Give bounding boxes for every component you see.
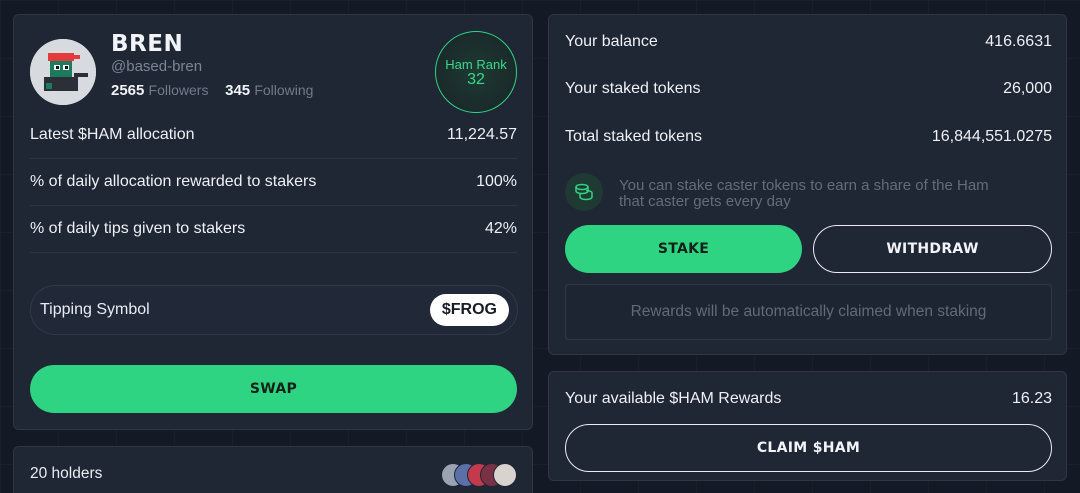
total-staked-row: Total staked tokens 16,844,551.0275 xyxy=(565,128,1052,146)
balance-label: Your balance xyxy=(565,33,658,50)
staking-card: Your balance 416.6631 Your staked tokens… xyxy=(548,14,1067,355)
holder-avatars xyxy=(441,463,521,489)
ham-rank-value: 32 xyxy=(467,70,485,88)
stat-label: Latest $HAM allocation xyxy=(30,126,195,143)
holder-avatar xyxy=(493,463,517,487)
followers-label[interactable]: Followers xyxy=(149,82,209,98)
profile-handle: @based-bren xyxy=(111,58,203,75)
stat-value: 11,224.57 xyxy=(447,126,517,143)
stake-button[interactable]: STAKE xyxy=(565,225,802,273)
staked-value: 26,000 xyxy=(1003,80,1052,97)
balance-row: Your balance 416.6631 xyxy=(565,33,1052,51)
following-label[interactable]: Following xyxy=(254,82,313,98)
profile-card: BREN @based-bren 2565 Followers 345 Foll… xyxy=(13,14,533,430)
auto-claim-notice: Rewards will be automatically claimed wh… xyxy=(565,284,1052,340)
withdraw-button[interactable]: WITHDRAW xyxy=(813,225,1052,273)
followers-count[interactable]: 2565 xyxy=(111,82,144,99)
stake-info-line: You can stake caster tokens to earn a sh… xyxy=(619,177,989,194)
swap-button[interactable]: SWAP xyxy=(30,365,517,413)
follow-stats: 2565 Followers 345 Following xyxy=(111,82,313,99)
claim-ham-button[interactable]: CLAIM $HAM xyxy=(565,424,1052,472)
rewards-card: Your available $HAM Rewards 16.23 CLAIM … xyxy=(548,371,1067,481)
stat-label: % of daily tips given to stakers xyxy=(30,220,246,237)
stat-row-allocation-rewarded: % of daily allocation rewarded to staker… xyxy=(30,159,517,206)
following-count[interactable]: 345 xyxy=(225,82,250,99)
holders-card[interactable]: 20 holders xyxy=(13,446,533,493)
total-staked-value: 16,844,551.0275 xyxy=(931,128,1052,145)
rewards-value: 16.23 xyxy=(1011,390,1052,407)
rewards-label: Your available $HAM Rewards xyxy=(565,390,782,407)
total-staked-label: Total staked tokens xyxy=(565,128,702,145)
rewards-row: Your available $HAM Rewards 16.23 xyxy=(565,390,1052,408)
stake-info-text: You can stake caster tokens to earn a sh… xyxy=(619,173,989,210)
tipping-symbol-label: Tipping Symbol xyxy=(40,301,150,318)
tipping-symbol-badge[interactable]: $FROG xyxy=(429,294,509,326)
coins-icon xyxy=(565,173,603,211)
stake-info-line: that caster gets every day xyxy=(619,193,791,210)
stake-info: You can stake caster tokens to earn a sh… xyxy=(565,173,1052,217)
pixel-frog-avatar-icon xyxy=(30,39,96,105)
ham-rank-label: Ham Rank xyxy=(445,56,507,72)
stat-label: % of daily allocation rewarded to staker… xyxy=(30,173,317,190)
staked-row: Your staked tokens 26,000 xyxy=(565,80,1052,98)
tipping-symbol-box: Tipping Symbol $FROG xyxy=(30,285,518,335)
avatar[interactable] xyxy=(30,39,96,105)
balance-value: 416.6631 xyxy=(985,33,1052,50)
staked-label: Your staked tokens xyxy=(565,80,701,97)
stat-row-allocation: Latest $HAM allocation 11,224.57 xyxy=(30,112,517,159)
stat-row-tips-given: % of daily tips given to stakers 42% xyxy=(30,206,517,253)
stat-value: 42% xyxy=(484,220,517,237)
holders-count: 20 holders xyxy=(30,465,103,482)
profile-name: BREN xyxy=(111,31,184,57)
ham-rank-badge: Ham Rank 32 xyxy=(435,31,517,113)
stat-value: 100% xyxy=(476,173,517,190)
